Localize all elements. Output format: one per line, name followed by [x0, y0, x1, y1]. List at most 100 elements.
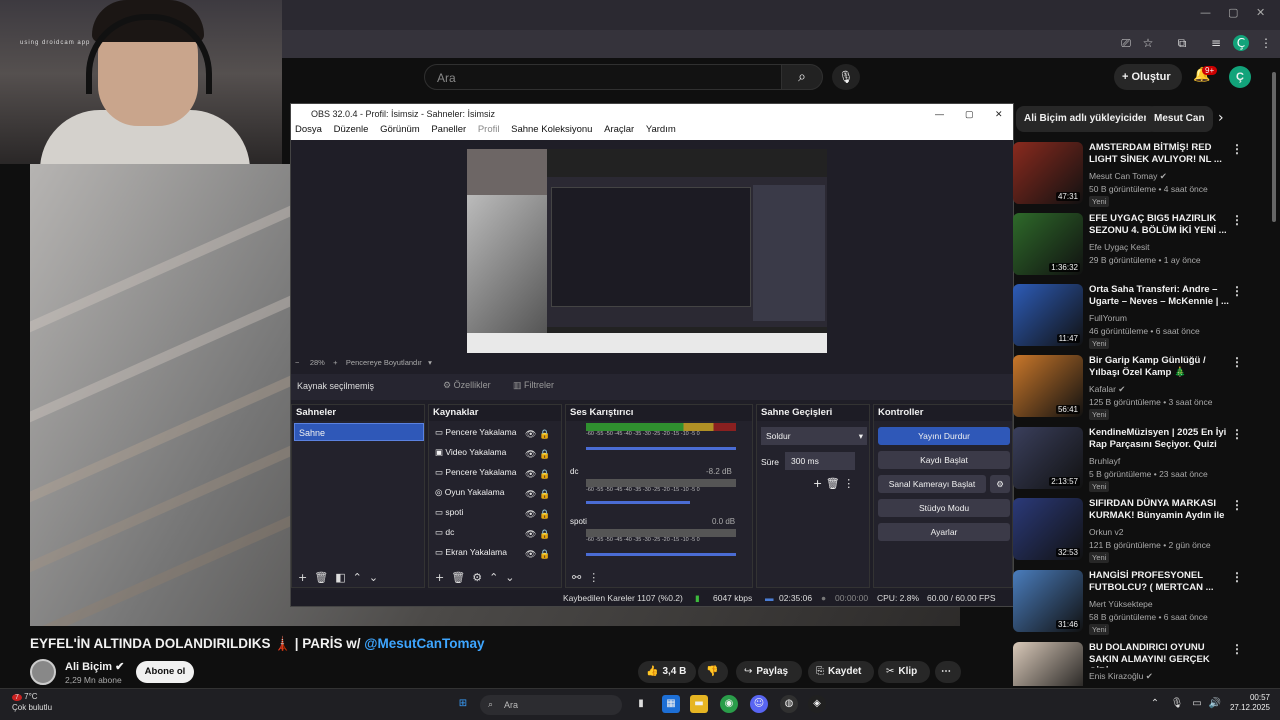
- channel-name[interactable]: FullYorum: [1089, 313, 1127, 323]
- profile-icon[interactable]: Ç: [1233, 35, 1249, 51]
- more-menu-icon[interactable]: ⋮: [1231, 284, 1243, 298]
- microphone-icon[interactable]: 🎙: [1168, 695, 1186, 713]
- video-title[interactable]: BU DOLANDIRICI OYUNU SAKIN ALMAYIN! GERÇ…: [1089, 642, 1229, 668]
- filter-icon[interactable]: ◧: [335, 571, 345, 584]
- menu-item-gorunum[interactable]: Görünüm: [380, 124, 420, 135]
- settings-button[interactable]: Ayarlar: [878, 523, 1010, 541]
- trash-icon[interactable]: 🗑: [826, 477, 840, 490]
- save-button[interactable]: ⎘ Kaydet: [808, 661, 874, 683]
- recommendation-item[interactable]: 2:13:57 KendineMüzisyen | 2025 En İyi Ra…: [1013, 427, 1263, 495]
- volume-slider[interactable]: [586, 501, 690, 504]
- video-title[interactable]: HANGİSİ PROFESYONEL FUTBOLCU? ( MERTCAN …: [1089, 570, 1229, 594]
- obs-preview[interactable]: [467, 149, 827, 353]
- maximize-icon[interactable]: ▢: [1228, 6, 1238, 19]
- properties-button[interactable]: ⚙ Özellikler: [437, 378, 497, 393]
- clip-button[interactable]: ✂ Klip: [878, 661, 930, 683]
- voice-search-button[interactable]: 🎙: [832, 64, 860, 90]
- trash-icon[interactable]: 🗑: [314, 571, 328, 584]
- start-recording-button[interactable]: Kaydı Başlat: [878, 451, 1010, 469]
- channel-name[interactable]: Mert Yüksektepe: [1089, 599, 1153, 609]
- recommendation-item[interactable]: 47:31 AMSTERDAM BİTMİŞ! RED LIGHT SİNEK …: [1013, 142, 1263, 210]
- add-icon[interactable]: +: [435, 571, 444, 584]
- channel-name[interactable]: Bruhlayf: [1089, 456, 1120, 466]
- transition-select[interactable]: Soldur ▾: [761, 427, 867, 445]
- video-title[interactable]: SIFIRDAN DÜNYA MARKASI KURMAK! Bünyamin …: [1089, 498, 1229, 524]
- recommendation-item[interactable]: 56:41 Bir Garip Kamp Günlüğü / Yılbaşı Ö…: [1013, 355, 1263, 423]
- menu-item-yardim[interactable]: Yardım: [646, 124, 676, 135]
- search-button[interactable]: ⌕: [781, 64, 823, 90]
- more-menu-icon[interactable]: ⋮: [1231, 498, 1243, 512]
- task-view-icon[interactable]: ▮: [632, 695, 650, 713]
- create-button[interactable]: + Oluştur: [1114, 64, 1182, 90]
- discord-icon[interactable]: ☺: [750, 695, 768, 713]
- volume-slider[interactable]: [586, 553, 736, 556]
- search-input[interactable]: Ara: [424, 64, 782, 90]
- subscribe-button[interactable]: Abone ol: [136, 661, 194, 683]
- avatar[interactable]: Ç: [1229, 66, 1251, 88]
- add-icon[interactable]: +: [298, 571, 307, 584]
- video-title[interactable]: KendineMüzisyen | 2025 En İyi Rap Parças…: [1089, 427, 1229, 451]
- volume-slider[interactable]: [586, 447, 736, 450]
- duration-input[interactable]: 300 ms: [785, 452, 855, 470]
- app-store-icon[interactable]: ▦: [662, 695, 680, 713]
- mention-link[interactable]: @MesutCanTomay: [364, 636, 484, 651]
- zoom-in-icon[interactable]: +: [333, 358, 337, 367]
- scrollbar-thumb[interactable]: [1272, 72, 1276, 222]
- add-icon[interactable]: +: [813, 477, 822, 490]
- move-down-icon[interactable]: ⌄: [369, 571, 378, 584]
- avatar[interactable]: [30, 659, 56, 685]
- video-title[interactable]: Bir Garip Kamp Günlüğü / Yılbaşı Özel Ka…: [1089, 355, 1229, 379]
- studio-mode-button[interactable]: Stüdyo Modu: [878, 499, 1010, 517]
- channel-name[interactable]: Enis Kirazoğlu ✔: [1089, 671, 1153, 682]
- video-thumbnail[interactable]: [1013, 642, 1083, 686]
- channel-name[interactable]: Orkun v2: [1089, 527, 1124, 537]
- virtual-camera-button[interactable]: Sanal Kamerayı Başlat: [878, 475, 986, 493]
- maximize-icon[interactable]: ▢: [965, 104, 974, 124]
- more-menu-icon[interactable]: ⋮: [1231, 213, 1243, 227]
- fit-to-window-button[interactable]: Pencereye Boyutlandır: [346, 358, 422, 367]
- obs-icon[interactable]: ◍: [780, 695, 798, 713]
- more-menu-icon[interactable]: ⋮: [588, 571, 599, 584]
- recommendation-item[interactable]: 31:46 HANGİSİ PROFESYONEL FUTBOLCU? ( ME…: [1013, 570, 1263, 638]
- visibility-lock-icons[interactable]: 👁 🔒 👁 🔒 👁 🔒 👁 🔒 👁 🔒 👁 🔒 👁 🔒: [525, 425, 551, 565]
- trash-icon[interactable]: 🗑: [451, 571, 465, 584]
- reading-list-icon[interactable]: ≡: [1208, 35, 1224, 51]
- more-menu-icon[interactable]: ⋮: [1231, 355, 1243, 369]
- dislike-button[interactable]: 👎: [698, 661, 728, 683]
- video-thumbnail[interactable]: 32:53: [1013, 498, 1083, 560]
- monitor-icon[interactable]: ▭: [1188, 695, 1206, 713]
- taskbar-clock[interactable]: 00:57 27.12.2025: [1226, 693, 1270, 713]
- channel-name[interactable]: Ali Biçim ✔: [65, 660, 124, 673]
- more-menu-icon[interactable]: ⋮: [1231, 427, 1243, 441]
- weather-widget[interactable]: 7 7°C Çok bulutlu: [12, 692, 52, 713]
- menu-item-dosya[interactable]: Dosya: [295, 124, 322, 135]
- cast-icon[interactable]: ⎚: [1118, 35, 1134, 51]
- channel-name[interactable]: Kafalar ✔: [1089, 384, 1125, 395]
- video-thumbnail[interactable]: 56:41: [1013, 355, 1083, 417]
- taskbar-search[interactable]: ⌕ Ara: [480, 695, 622, 715]
- video-thumbnail[interactable]: 1:36:32: [1013, 213, 1083, 275]
- channel-name[interactable]: Efe Uygaç Kesit: [1089, 242, 1149, 252]
- move-up-icon[interactable]: ⌃: [353, 571, 362, 584]
- share-button[interactable]: ↪ Paylaş: [736, 661, 802, 683]
- zoom-out-icon[interactable]: −: [295, 358, 301, 367]
- minimize-icon[interactable]: —: [935, 104, 944, 124]
- chevron-right-icon[interactable]: ›: [1218, 110, 1224, 126]
- extensions-icon[interactable]: ⧉: [1174, 35, 1190, 51]
- more-menu-icon[interactable]: ⋮: [1231, 642, 1243, 656]
- channel-name[interactable]: Mesut Can Tomay ✔: [1089, 171, 1167, 182]
- more-menu-icon[interactable]: ⋮: [1258, 35, 1274, 51]
- recommendation-item[interactable]: 32:53 SIFIRDAN DÜNYA MARKASI KURMAK! Bün…: [1013, 498, 1263, 566]
- gear-icon[interactable]: ⚙: [990, 475, 1010, 493]
- stop-stream-button[interactable]: Yayını Durdur: [878, 427, 1010, 445]
- video-title[interactable]: Orta Saha Transferi: Andre – Ugarte – Ne…: [1089, 284, 1229, 308]
- recommendation-item[interactable]: 11:47 Orta Saha Transferi: Andre – Ugart…: [1013, 284, 1263, 352]
- more-menu-icon[interactable]: ⋮: [1231, 570, 1243, 584]
- video-thumbnail[interactable]: 11:47: [1013, 284, 1083, 346]
- gear-icon[interactable]: ⚙: [472, 571, 482, 584]
- chip-uploader[interactable]: Ali Biçim adlı yükleyiciden: [1016, 106, 1158, 132]
- close-icon[interactable]: ✕: [995, 104, 1003, 124]
- more-actions-button[interactable]: ⋯: [935, 661, 961, 683]
- menu-item-araclar[interactable]: Araçlar: [604, 124, 634, 135]
- video-thumbnail[interactable]: 2:13:57: [1013, 427, 1083, 489]
